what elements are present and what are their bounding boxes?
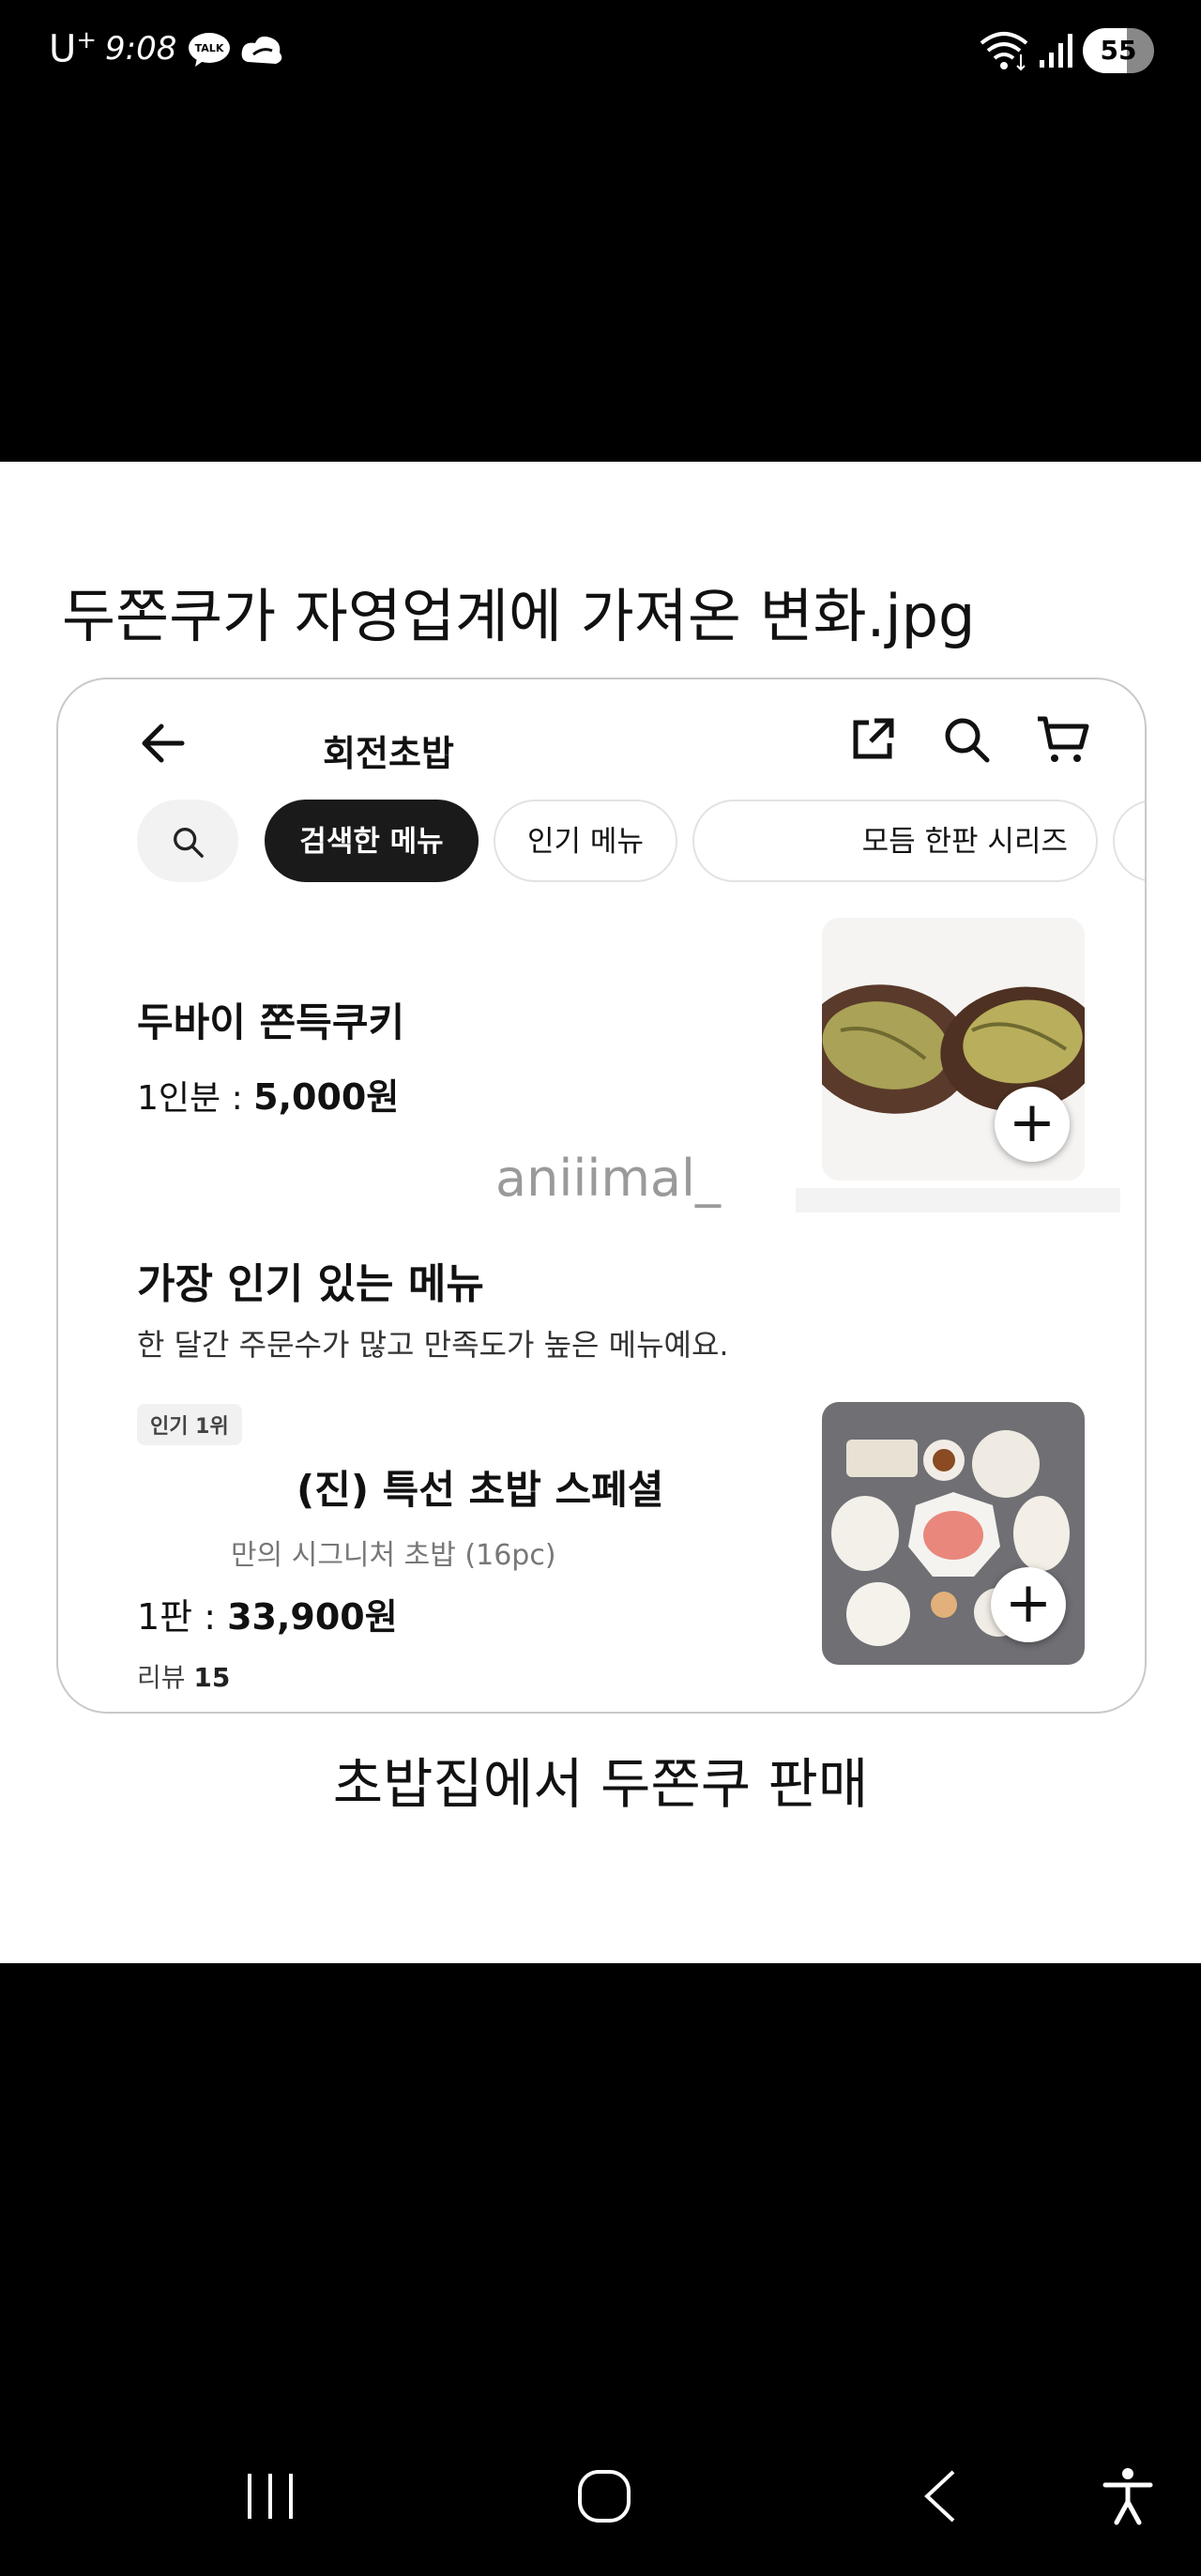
recents-icon[interactable] [242, 2470, 298, 2523]
chip-more[interactable] [1113, 800, 1145, 882]
search-icon[interactable] [940, 713, 993, 766]
home-icon[interactable] [576, 2468, 632, 2524]
back-icon[interactable] [920, 2468, 961, 2524]
review-count[interactable]: 리뷰 15 [137, 1657, 230, 1695]
kakaotalk-icon: TALK [189, 33, 230, 67]
clock: 9:08 [105, 30, 177, 68]
item-name[interactable]: (진) 특선 초밥 스페셜 [137, 1458, 663, 1516]
cart-icon[interactable] [1034, 713, 1090, 766]
chip-assorted-series[interactable]: 모듬 한판 시리즈 [692, 800, 1098, 882]
chip-searched-menu[interactable]: 검색한 메뉴 [265, 800, 479, 882]
carrier-label: U+ [49, 26, 98, 71]
app-screenshot: 회전초밥 검색한 메뉴 인기 메뉴 모듬 한판 시리즈 두바이 쫀득쿠키 1인분… [56, 678, 1147, 1714]
category-chips: 검색한 메뉴 인기 메뉴 모듬 한판 시리즈 [137, 800, 1145, 890]
signal-icon [1040, 34, 1072, 68]
post-title: 두쫀쿠가 자영업계에 가져온 변화.jpg [62, 582, 976, 650]
search-icon [174, 828, 204, 858]
wifi-icon [980, 32, 1028, 71]
section-title: 가장 인기 있는 메뉴 [137, 1260, 484, 1308]
add-button[interactable]: + [995, 1087, 1070, 1162]
post: 두쫀쿠가 자영업계에 가져온 변화.jpg 회전초밥 검색한 메뉴 인기 메뉴 … [0, 462, 1201, 1963]
status-bar: U+ 9:08 TALK 55 [0, 0, 1201, 103]
post-caption: 초밥집에서 두쫀쿠 판매 [332, 1752, 869, 1816]
watermark: aniiimal_ [495, 1149, 722, 1208]
sushi-thumbnail[interactable]: + [822, 1402, 1085, 1665]
svg-text:TALK: TALK [195, 42, 224, 54]
store-title: 회전초밥 [323, 733, 454, 774]
battery-indicator: 55 [1083, 28, 1154, 73]
messenger-icon [241, 36, 282, 64]
section-subtitle: 한 달간 주문수가 많고 만족도가 높은 메뉴예요. [137, 1327, 729, 1363]
popular-badge: 인기 1위 [137, 1404, 242, 1445]
system-nav-bar [0, 2421, 1201, 2576]
share-icon[interactable] [846, 713, 899, 766]
chip-search[interactable] [137, 800, 238, 882]
back-arrow-icon[interactable] [137, 717, 190, 770]
accessibility-icon[interactable] [1102, 2466, 1154, 2526]
item-description: 만의 시그니처 초밥 (16pc) [231, 1539, 556, 1572]
item-price: 1인분 : 5,000원 [137, 1076, 400, 1118]
item-name[interactable]: 두바이 쫀득쿠키 [137, 991, 404, 1048]
divider [796, 1188, 1120, 1212]
add-button[interactable]: + [991, 1567, 1066, 1642]
item-price: 1판 : 33,900원 [137, 1596, 398, 1638]
chip-popular-menu[interactable]: 인기 메뉴 [494, 800, 677, 882]
cookie-thumbnail[interactable]: + [822, 918, 1085, 1181]
